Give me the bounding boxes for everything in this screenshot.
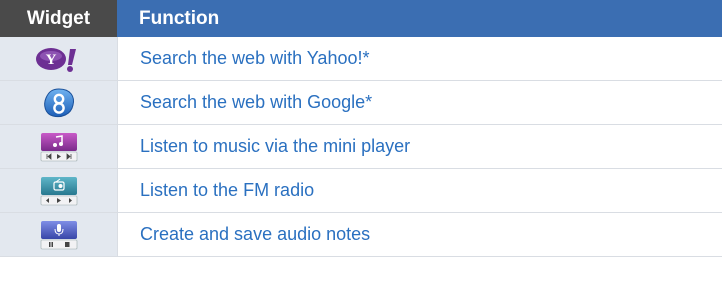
table-header: Widget Function [0, 0, 722, 37]
table-row: Listen to the FM radio [0, 169, 722, 213]
widget-cell [0, 81, 118, 124]
widget-cell [0, 169, 118, 212]
table-row: Listen to music via the mini player [0, 125, 722, 169]
table-row: Search the web with Google* [0, 81, 722, 125]
function-text: Search the web with Yahoo!* [140, 48, 370, 68]
music-player-widget-icon [40, 132, 77, 161]
widget-cell: Y [0, 37, 118, 80]
function-text: Search the web with Google* [140, 92, 373, 112]
widget-cell [0, 125, 118, 168]
google-widget-icon [43, 87, 74, 117]
widget-table: Widget Function Y Search the web with Ya… [0, 0, 722, 257]
header-function: Function [117, 0, 722, 37]
header-widget: Widget [0, 0, 117, 37]
table-row: Y Search the web with Yahoo!* [0, 37, 722, 81]
function-text: Listen to music via the mini player [140, 136, 411, 156]
function-text: Listen to the FM radio [140, 180, 315, 200]
svg-text:Y: Y [45, 52, 56, 68]
voice-recorder-widget-icon [40, 220, 77, 249]
fm-radio-widget-icon [40, 176, 77, 205]
function-text: Create and save audio notes [140, 224, 371, 244]
yahoo-widget-icon: Y [35, 47, 76, 72]
table-row: Create and save audio notes [0, 213, 722, 257]
widget-cell [0, 213, 118, 256]
